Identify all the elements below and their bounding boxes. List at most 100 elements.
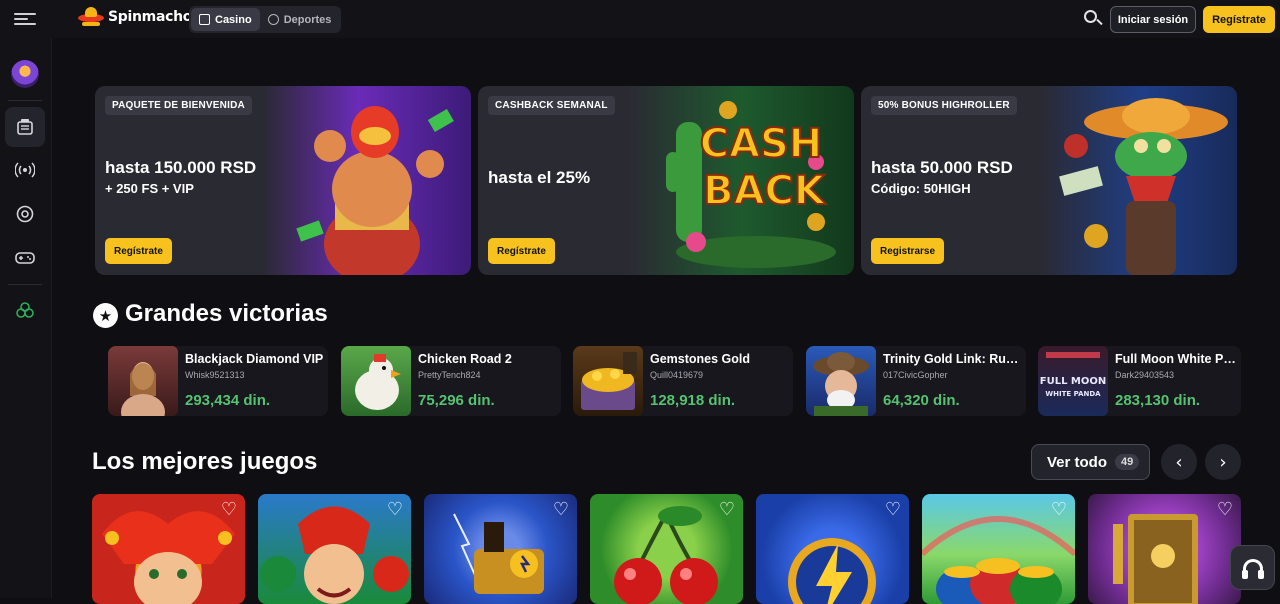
back-art-text: BACK bbox=[703, 168, 827, 214]
win-game-name: Full Moon White Panda bbox=[1115, 352, 1241, 366]
game-tile-joker[interactable]: ♡ bbox=[92, 494, 245, 604]
gamepad-icon bbox=[15, 252, 35, 264]
favorite-heart-icon[interactable]: ♡ bbox=[385, 501, 405, 519]
favorite-heart-icon[interactable]: ♡ bbox=[219, 501, 239, 519]
promo-title: hasta 50.000 RSD bbox=[871, 158, 1013, 177]
game-tile-pots-of-gold[interactable]: ♡ bbox=[922, 494, 1075, 604]
win-username: Quill0419679 bbox=[650, 370, 704, 380]
chevron-left-icon: ‹ bbox=[1175, 451, 1183, 473]
see-all-button[interactable]: Ver todo 49 bbox=[1031, 444, 1150, 480]
carousel-next-button[interactable]: › bbox=[1205, 444, 1241, 480]
game-tile-train[interactable]: ♡ bbox=[424, 494, 577, 604]
win-amount: 64,320 din. bbox=[883, 392, 960, 409]
big-wins-title: Grandes victorias bbox=[125, 300, 328, 327]
win-amount: 283,130 din. bbox=[1115, 392, 1201, 409]
big-win-card[interactable]: FULL MOON WHITE PANDA Full Moon White Pan… bbox=[1038, 346, 1241, 416]
big-win-card[interactable]: Blackjack Diamond VIP Whisk9521313 293,4… bbox=[108, 346, 328, 416]
win-username: PrettyTench824 bbox=[418, 370, 481, 380]
win-username: 017CivicGopher bbox=[883, 370, 948, 380]
game-thumbnail: FULL MOON WHITE PANDA bbox=[1038, 346, 1108, 416]
clover-icon bbox=[16, 302, 34, 318]
sports-icon bbox=[16, 205, 34, 223]
mode-switcher: Casino Deportes bbox=[189, 6, 342, 33]
game-tile-jokers-crew[interactable]: ♡ bbox=[258, 494, 411, 604]
promo-badge: PAQUETE DE BIENVENIDA bbox=[105, 96, 252, 115]
favorite-heart-icon[interactable]: ♡ bbox=[1049, 501, 1069, 519]
see-all-label: Ver todo bbox=[1047, 453, 1108, 471]
promo-badge: 50% BONUS HIGHROLLER bbox=[871, 96, 1017, 115]
promo-banner-welcome[interactable]: PAQUETE DE BIENVENIDA hasta 150.000 RSD … bbox=[95, 86, 471, 275]
favorite-heart-icon[interactable]: ♡ bbox=[717, 501, 737, 519]
win-game-name: Gemstones Gold bbox=[650, 352, 751, 366]
game-thumbnail bbox=[806, 346, 876, 416]
tab-casino-label: Casino bbox=[215, 13, 252, 26]
sidebar-divider bbox=[8, 284, 42, 285]
promo-title: hasta el 25% bbox=[488, 168, 591, 187]
carousel-prev-button[interactable]: ‹ bbox=[1161, 444, 1197, 480]
chevron-right-icon: › bbox=[1219, 451, 1227, 473]
promo-badge: CASHBACK SEMANAL bbox=[488, 96, 615, 115]
brand-name: Spinmacho bbox=[108, 9, 193, 25]
luchador-illustration bbox=[296, 106, 454, 275]
game-thumbnail bbox=[108, 346, 178, 416]
win-amount: 75,296 din. bbox=[418, 392, 495, 409]
thumb-title-line-1: FULL MOON bbox=[1040, 376, 1107, 387]
casino-icon bbox=[199, 14, 210, 25]
promo-banner-cashback[interactable]: CASHBACK SEMANAL hasta el 25% Regístrate… bbox=[478, 86, 854, 275]
promo-register-button[interactable]: Regístrate bbox=[105, 238, 172, 264]
big-win-card[interactable]: Gemstones Gold Quill0419679 128,918 din. bbox=[573, 346, 793, 416]
thumb-title-line-2: WHITE PANDA bbox=[1045, 390, 1101, 398]
cash-art-text: CASH bbox=[700, 121, 823, 167]
sombrero-logo-icon bbox=[78, 6, 104, 28]
support-chat-button[interactable] bbox=[1230, 545, 1275, 590]
sidebar-item-avatar[interactable] bbox=[5, 54, 45, 94]
game-tile-cherries[interactable]: ♡ bbox=[590, 494, 743, 604]
sidebar-item-sports[interactable] bbox=[5, 194, 45, 234]
game-tile-lightning[interactable]: ♡ bbox=[756, 494, 909, 604]
win-amount: 128,918 din. bbox=[650, 392, 736, 409]
tab-deportes-label: Deportes bbox=[283, 13, 332, 26]
login-button[interactable]: Iniciar sesión bbox=[1110, 6, 1196, 33]
big-win-card[interactable]: Chicken Road 2 PrettyTench824 75,296 din… bbox=[341, 346, 561, 416]
tab-deportes[interactable]: Deportes bbox=[260, 8, 340, 31]
favorite-heart-icon[interactable]: ♡ bbox=[551, 501, 571, 519]
hamburger-menu-icon[interactable] bbox=[14, 10, 36, 28]
search-icon[interactable] bbox=[1083, 9, 1103, 29]
win-username: Dark29403543 bbox=[1115, 370, 1175, 380]
slot-machine-icon bbox=[17, 119, 33, 135]
promo-banner-highroller[interactable]: 50% BONUS HIGHROLLER hasta 50.000 RSD Có… bbox=[861, 86, 1237, 275]
game-thumbnail bbox=[341, 346, 411, 416]
best-games-title: Los mejores juegos bbox=[92, 448, 318, 475]
brand-logo[interactable]: Spinmacho bbox=[78, 6, 192, 28]
favorite-heart-icon[interactable]: ♡ bbox=[1215, 501, 1235, 519]
promo-register-button[interactable]: Regístrate bbox=[488, 238, 555, 264]
avatar-icon bbox=[11, 60, 39, 88]
favorite-heart-icon[interactable]: ♡ bbox=[883, 501, 903, 519]
sidebar-item-lucky[interactable] bbox=[5, 291, 45, 331]
live-broadcast-icon bbox=[15, 162, 35, 178]
sidebar-item-slots[interactable] bbox=[5, 107, 45, 147]
sports-ball-icon bbox=[267, 14, 279, 25]
win-game-name: Chicken Road 2 bbox=[418, 352, 512, 366]
promo-subtitle: + 250 FS + VIP bbox=[105, 181, 194, 196]
game-thumbnail bbox=[573, 346, 643, 416]
sidebar-item-games[interactable] bbox=[5, 238, 45, 278]
promo-register-button[interactable]: Registrarse bbox=[871, 238, 945, 264]
tab-casino[interactable]: Casino bbox=[191, 8, 260, 31]
win-username: Whisk9521313 bbox=[185, 370, 245, 380]
win-game-name: Blackjack Diamond VIP bbox=[185, 352, 324, 366]
cashback-illustration: CASH BACK bbox=[666, 101, 836, 268]
big-win-card[interactable]: Trinity Gold Link: Running Wins 017Civic… bbox=[806, 346, 1026, 416]
promo-subtitle: Código: 50HIGH bbox=[871, 181, 971, 196]
sidebar-item-live[interactable] bbox=[5, 150, 45, 190]
sidebar-divider bbox=[8, 100, 42, 101]
win-amount: 293,434 din. bbox=[185, 392, 271, 409]
see-all-count-badge: 49 bbox=[1115, 454, 1140, 470]
game-tile-book[interactable]: ♡ bbox=[1088, 494, 1241, 604]
headset-icon bbox=[1241, 558, 1264, 579]
win-game-name: Trinity Gold Link: Running Wins bbox=[883, 352, 1023, 366]
left-sidebar bbox=[0, 38, 52, 598]
top-navbar: Spinmacho Casino Deportes Iniciar sesión… bbox=[0, 0, 1280, 38]
star-icon: ★ bbox=[93, 303, 118, 328]
register-button[interactable]: Regístrate bbox=[1203, 6, 1275, 33]
